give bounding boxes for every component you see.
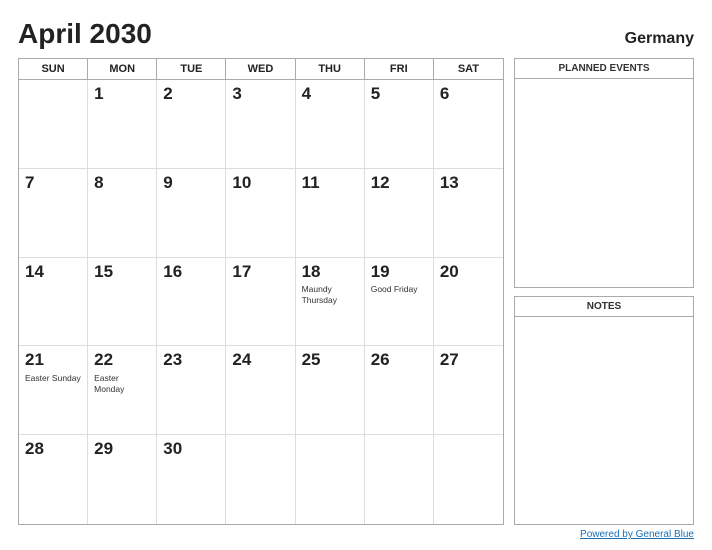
calendar-cell: 6 xyxy=(434,80,503,169)
calendar-cell: 4 xyxy=(296,80,365,169)
calendar-cell: 27 xyxy=(434,346,503,435)
calendar-cell xyxy=(365,435,434,524)
day-header: SAT xyxy=(434,59,503,79)
day-number: 29 xyxy=(94,439,150,459)
day-header: MON xyxy=(88,59,157,79)
calendar-grid: 123456789101112131415161718Maundy Thursd… xyxy=(19,80,503,524)
day-headers: SUNMONTUEWEDTHUFRISAT xyxy=(19,59,503,80)
day-number: 14 xyxy=(25,262,81,282)
calendar-cell: 24 xyxy=(226,346,295,435)
planned-events-header: PLANNED EVENTS xyxy=(515,59,693,79)
day-number: 9 xyxy=(163,173,219,193)
day-number: 10 xyxy=(232,173,288,193)
calendar-cell: 26 xyxy=(365,346,434,435)
calendar-cell: 19 Good Friday xyxy=(365,258,434,347)
holiday-label: Good Friday xyxy=(371,284,427,295)
day-number: 28 xyxy=(25,439,81,459)
day-number: 22 xyxy=(94,350,150,370)
day-number: 15 xyxy=(94,262,150,282)
right-panel: PLANNED EVENTS NOTES xyxy=(514,58,694,525)
day-number: 7 xyxy=(25,173,81,193)
calendar-cell xyxy=(296,435,365,524)
calendar-cell: 22 Easter Monday xyxy=(88,346,157,435)
header: April 2030 Germany xyxy=(18,18,694,50)
day-number: 13 xyxy=(440,173,497,193)
calendar-cell: 25 xyxy=(296,346,365,435)
calendar-cell xyxy=(19,80,88,169)
day-number: 4 xyxy=(302,84,358,104)
day-number: 21 xyxy=(25,350,81,370)
holiday-label: Maundy Thursday xyxy=(302,284,358,306)
calendar-cell: 18Maundy Thursday xyxy=(296,258,365,347)
notes-header: NOTES xyxy=(515,297,693,317)
day-number: 1 xyxy=(94,84,150,104)
day-header: WED xyxy=(226,59,295,79)
month-title: April 2030 xyxy=(18,18,152,50)
calendar-cell: 10 xyxy=(226,169,295,258)
day-header: FRI xyxy=(365,59,434,79)
planned-events-body xyxy=(515,79,693,287)
notes-box: NOTES xyxy=(514,296,694,525)
main-content: SUNMONTUEWEDTHUFRISAT 123456789101112131… xyxy=(18,58,694,525)
calendar-cell: 1 xyxy=(88,80,157,169)
calendar-page: April 2030 Germany SUNMONTUEWEDTHUFRISAT… xyxy=(0,0,712,550)
calendar-cell: 12 xyxy=(365,169,434,258)
day-number: 3 xyxy=(232,84,288,104)
calendar-cell: 3 xyxy=(226,80,295,169)
calendar-cell xyxy=(434,435,503,524)
calendar-cell: 13 xyxy=(434,169,503,258)
holiday-label: Easter Sunday xyxy=(25,373,81,384)
day-number: 16 xyxy=(163,262,219,282)
day-number: 2 xyxy=(163,84,219,104)
day-number: 11 xyxy=(302,173,358,193)
day-number: 23 xyxy=(163,350,219,370)
calendar-cell: 29 xyxy=(88,435,157,524)
day-number: 17 xyxy=(232,262,288,282)
day-number: 18 xyxy=(302,262,358,282)
calendar-cell: 21 Easter Sunday xyxy=(19,346,88,435)
calendar-cell: 30 xyxy=(157,435,226,524)
calendar-cell: 28 xyxy=(19,435,88,524)
day-number: 25 xyxy=(302,350,358,370)
day-number: 27 xyxy=(440,350,497,370)
calendar-cell: 17 xyxy=(226,258,295,347)
day-number: 30 xyxy=(163,439,219,459)
day-header: THU xyxy=(296,59,365,79)
day-number: 5 xyxy=(371,84,427,104)
calendar-cell: 14 xyxy=(19,258,88,347)
calendar-cell: 15 xyxy=(88,258,157,347)
day-number: 24 xyxy=(232,350,288,370)
footer: Powered by General Blue xyxy=(18,525,694,540)
day-number: 19 xyxy=(371,262,427,282)
day-header: SUN xyxy=(19,59,88,79)
country-title: Germany xyxy=(625,30,694,48)
day-number: 20 xyxy=(440,262,497,282)
day-number: 6 xyxy=(440,84,497,104)
powered-by-link[interactable]: Powered by General Blue xyxy=(580,529,694,540)
day-number: 8 xyxy=(94,173,150,193)
calendar-cell: 9 xyxy=(157,169,226,258)
notes-body xyxy=(515,317,693,524)
calendar-cell: 20 xyxy=(434,258,503,347)
calendar-cell: 8 xyxy=(88,169,157,258)
calendar-cell: 23 xyxy=(157,346,226,435)
calendar-cell: 7 xyxy=(19,169,88,258)
day-number: 26 xyxy=(371,350,427,370)
calendar-cell: 2 xyxy=(157,80,226,169)
calendar-section: SUNMONTUEWEDTHUFRISAT 123456789101112131… xyxy=(18,58,504,525)
planned-events-box: PLANNED EVENTS xyxy=(514,58,694,288)
day-header: TUE xyxy=(157,59,226,79)
calendar-cell: 11 xyxy=(296,169,365,258)
day-number: 12 xyxy=(371,173,427,193)
calendar-cell xyxy=(226,435,295,524)
holiday-label: Easter Monday xyxy=(94,373,150,395)
calendar-cell: 5 xyxy=(365,80,434,169)
calendar-cell: 16 xyxy=(157,258,226,347)
